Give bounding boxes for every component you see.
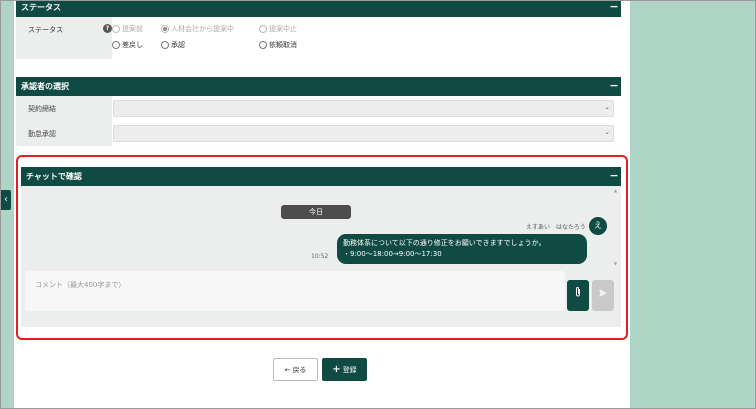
radio-option-proposing[interactable]: 人材会社から提案中 [161, 24, 234, 34]
message-line: ・9:00〜18:00→9:00〜17:30 [343, 250, 442, 258]
radio-label: 提案前 [122, 25, 143, 33]
radio-label: 提案中止 [269, 25, 297, 33]
collapse-icon[interactable]: − [609, 167, 619, 184]
contract-approval-label: 契約締結 [28, 105, 56, 113]
radio-circle-icon [112, 25, 120, 33]
radio-circle-icon [112, 41, 120, 49]
radio-circle-icon [259, 25, 267, 33]
send-icon [598, 289, 608, 301]
comment-input[interactable]: コメント（最大400字まで） [25, 271, 565, 311]
avatar: え [589, 217, 607, 235]
radio-option-proposal-cancelled[interactable]: 提案中止 [259, 24, 297, 34]
status-section: ステータス − ステータス ? 提案前 人材会社から提案中 提案中止 差戻し 承… [16, 0, 621, 59]
chevron-down-icon: ⌄ [604, 128, 610, 136]
chat-section-header: チャットで確認 − [21, 167, 621, 186]
back-button-label: 戻る [292, 365, 307, 374]
message-line: 勤務体系について以下の通り修正をお願いできますでしょうか。 [343, 239, 546, 247]
radio-circle-icon [161, 41, 169, 49]
chat-message-bubble: 勤務体系について以下の通り修正をお願いできますでしょうか。 ・9:00〜18:0… [337, 234, 587, 264]
approver-section-title: 承認者の選択 [21, 82, 69, 91]
status-field-label: ステータス [28, 26, 63, 34]
radio-option-return[interactable]: 差戻し [112, 40, 143, 50]
sidebar-toggle-tab[interactable]: ‹ [1, 190, 11, 210]
approver-section-body: 契約締結 ⌄ 勤怠承認 ⌄ [16, 96, 621, 146]
radio-label: 人材会社から提案中 [171, 25, 234, 33]
send-button[interactable] [592, 280, 614, 311]
help-icon[interactable]: ? [103, 24, 112, 33]
radio-label: 依頼取消 [269, 41, 297, 49]
attendance-approver-select[interactable]: ⌄ [113, 125, 614, 142]
chat-body: 今日 えすあい はなたろう え 勤務体系について以下の通り修正をお願いできますで… [21, 186, 621, 327]
arrow-left-icon: ← [284, 365, 291, 374]
radio-option-pre-proposal[interactable]: 提案前 [112, 24, 143, 34]
status-section-body: ステータス ? 提案前 人材会社から提案中 提案中止 差戻し 承認 依頼取消 [16, 17, 621, 59]
approver-section: 承認者の選択 − 契約締結 ⌄ 勤怠承認 ⌄ [16, 77, 621, 146]
radio-label: 承認 [171, 41, 185, 49]
radio-option-request-cancel[interactable]: 依頼取消 [259, 40, 297, 50]
scroll-down-icon[interactable]: ▼ [614, 261, 617, 266]
plus-icon: + [332, 364, 341, 375]
approver-section-header: 承認者の選択 − [16, 77, 621, 96]
chat-section-title: チャットで確認 [26, 172, 82, 181]
chevron-left-icon: ‹ [4, 194, 8, 205]
collapse-icon[interactable]: − [609, 0, 619, 15]
chevron-down-icon: ⌄ [604, 103, 610, 111]
attendance-approval-label: 勤怠承認 [28, 130, 56, 138]
register-button-label: 登録 [342, 365, 357, 374]
chat-scrollbar[interactable]: ▲ ▼ [614, 188, 618, 266]
register-button[interactable]: + 登録 [322, 358, 367, 381]
scroll-up-icon[interactable]: ▲ [614, 188, 617, 193]
radio-circle-icon [161, 25, 169, 33]
date-divider: 今日 [281, 205, 351, 219]
contract-approver-select[interactable]: ⌄ [113, 100, 614, 117]
radio-option-approve[interactable]: 承認 [161, 40, 185, 50]
radio-label: 差戻し [122, 41, 143, 49]
comment-placeholder: コメント（最大400字まで） [35, 281, 126, 289]
paperclip-icon [574, 287, 582, 301]
radio-circle-icon [259, 41, 267, 49]
message-timestamp: 10:52 [311, 253, 329, 260]
chat-section: チャットで確認 − 今日 えすあい はなたろう え 勤務体系について以下の通り修… [21, 167, 621, 327]
collapse-icon[interactable]: − [609, 77, 619, 94]
back-button[interactable]: ← 戻る [273, 358, 318, 381]
message-sender-name: えすあい はなたろう [526, 224, 586, 231]
attach-button[interactable] [567, 280, 589, 311]
status-section-title: ステータス [21, 3, 61, 12]
status-section-header: ステータス − [16, 0, 621, 17]
